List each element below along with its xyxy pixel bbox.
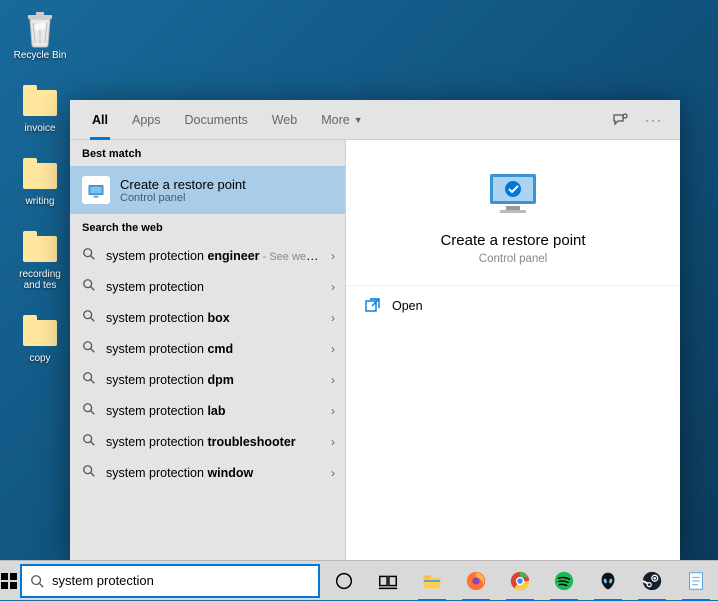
search-icon <box>82 464 96 481</box>
more-options-icon[interactable]: ··· <box>646 112 662 128</box>
task-view-icon[interactable] <box>366 561 410 601</box>
web-suggestion-6[interactable]: system protection troubleshooter › <box>70 426 345 457</box>
chevron-right-icon[interactable]: › <box>331 342 335 356</box>
tab-more[interactable]: More▼ <box>309 100 374 140</box>
search-icon <box>82 278 96 295</box>
search-icon <box>82 340 96 357</box>
web-suggestion-4[interactable]: system protection dpm › <box>70 364 345 395</box>
web-suggestion-3[interactable]: system protection cmd › <box>70 333 345 364</box>
desktop-icon-folder-invoice[interactable]: invoice <box>10 83 70 134</box>
suggestion-text: system protection dpm <box>106 373 321 387</box>
suggestion-text: system protection <box>106 280 321 294</box>
search-icon <box>82 247 96 264</box>
best-match-title: Create a restore point <box>120 177 246 192</box>
control-panel-icon <box>82 176 110 204</box>
search-icon <box>82 402 96 419</box>
file-explorer-icon[interactable] <box>410 561 454 601</box>
tab-apps[interactable]: Apps <box>120 100 173 140</box>
suggestion-text: system protection troubleshooter <box>106 435 321 449</box>
tab-all[interactable]: All <box>80 100 120 140</box>
web-suggestion-7[interactable]: system protection window › <box>70 457 345 488</box>
spotify-icon[interactable] <box>542 561 586 601</box>
tab-web[interactable]: Web <box>260 100 309 140</box>
search-input[interactable] <box>52 573 310 588</box>
search-icon <box>82 433 96 450</box>
desktop-icon-label: recording and tes <box>10 269 70 291</box>
web-suggestion-1[interactable]: system protection › <box>70 271 345 302</box>
firefox-icon[interactable] <box>454 561 498 601</box>
desktop-icon-label: writing <box>26 196 55 207</box>
suggestion-text: system protection lab <box>106 404 321 418</box>
chevron-right-icon[interactable]: › <box>331 404 335 418</box>
preview-pane: Create a restore point Control panel Ope… <box>345 140 680 560</box>
suggestion-text: system protection cmd <box>106 342 321 356</box>
chevron-right-icon[interactable]: › <box>331 249 335 263</box>
preview-title: Create a restore point <box>356 232 670 249</box>
best-match-result[interactable]: Create a restore point Control panel <box>70 166 345 214</box>
search-icon <box>30 574 44 588</box>
suggestion-text: system protection window <box>106 466 321 480</box>
chevron-right-icon[interactable]: › <box>331 466 335 480</box>
chevron-right-icon[interactable]: › <box>331 435 335 449</box>
search-web-header: Search the web <box>70 214 345 240</box>
web-suggestion-0[interactable]: system protection engineer - See web res… <box>70 240 345 271</box>
search-icon <box>82 371 96 388</box>
results-list: Best match Create a restore point Contro… <box>70 140 345 560</box>
notepad-icon[interactable] <box>674 561 718 601</box>
taskbar <box>0 560 718 600</box>
start-button[interactable] <box>0 561 18 601</box>
chevron-down-icon: ▼ <box>354 115 363 125</box>
steam-icon[interactable] <box>630 561 674 601</box>
preview-subtitle: Control panel <box>356 253 670 265</box>
desktop-icon-folder-writing[interactable]: writing <box>10 156 70 207</box>
chevron-right-icon[interactable]: › <box>331 373 335 387</box>
chrome-icon[interactable] <box>498 561 542 601</box>
desktop-icon-recycle-bin[interactable]: Recycle Bin <box>10 10 70 61</box>
desktop-icon-folder-recording[interactable]: recording and tes <box>10 229 70 291</box>
chevron-right-icon[interactable]: › <box>331 311 335 325</box>
chevron-right-icon[interactable]: › <box>331 280 335 294</box>
desktop-icon-folder-copy[interactable]: copy <box>10 313 70 364</box>
web-suggestion-2[interactable]: system protection box › <box>70 302 345 333</box>
desktop-icon-label: copy <box>29 353 50 364</box>
best-match-subtitle: Control panel <box>120 192 246 204</box>
cortana-icon[interactable] <box>322 561 366 601</box>
desktop-icon-label: invoice <box>24 123 55 134</box>
feedback-icon[interactable] <box>612 112 628 128</box>
web-suggestion-5[interactable]: system protection lab › <box>70 395 345 426</box>
action-label: Open <box>392 299 423 313</box>
taskbar-search-box[interactable] <box>20 564 320 598</box>
suggestion-text: system protection box <box>106 311 321 325</box>
suggestion-text: system protection engineer - See web res… <box>106 249 321 263</box>
open-icon <box>364 298 380 314</box>
desktop-icon-label: Recycle Bin <box>14 50 67 61</box>
action-open[interactable]: Open <box>346 286 680 326</box>
best-match-header: Best match <box>70 140 345 166</box>
search-tabs: AllAppsDocumentsWebMore▼ ··· <box>70 100 680 140</box>
search-panel: AllAppsDocumentsWebMore▼ ··· Best match … <box>70 100 680 560</box>
tab-documents[interactable]: Documents <box>172 100 259 140</box>
desktop-icons: Recycle Bin invoice writing recording and t… <box>10 10 70 364</box>
search-icon <box>82 309 96 326</box>
preview-monitor-icon <box>478 170 548 220</box>
alienware-icon[interactable] <box>586 561 630 601</box>
